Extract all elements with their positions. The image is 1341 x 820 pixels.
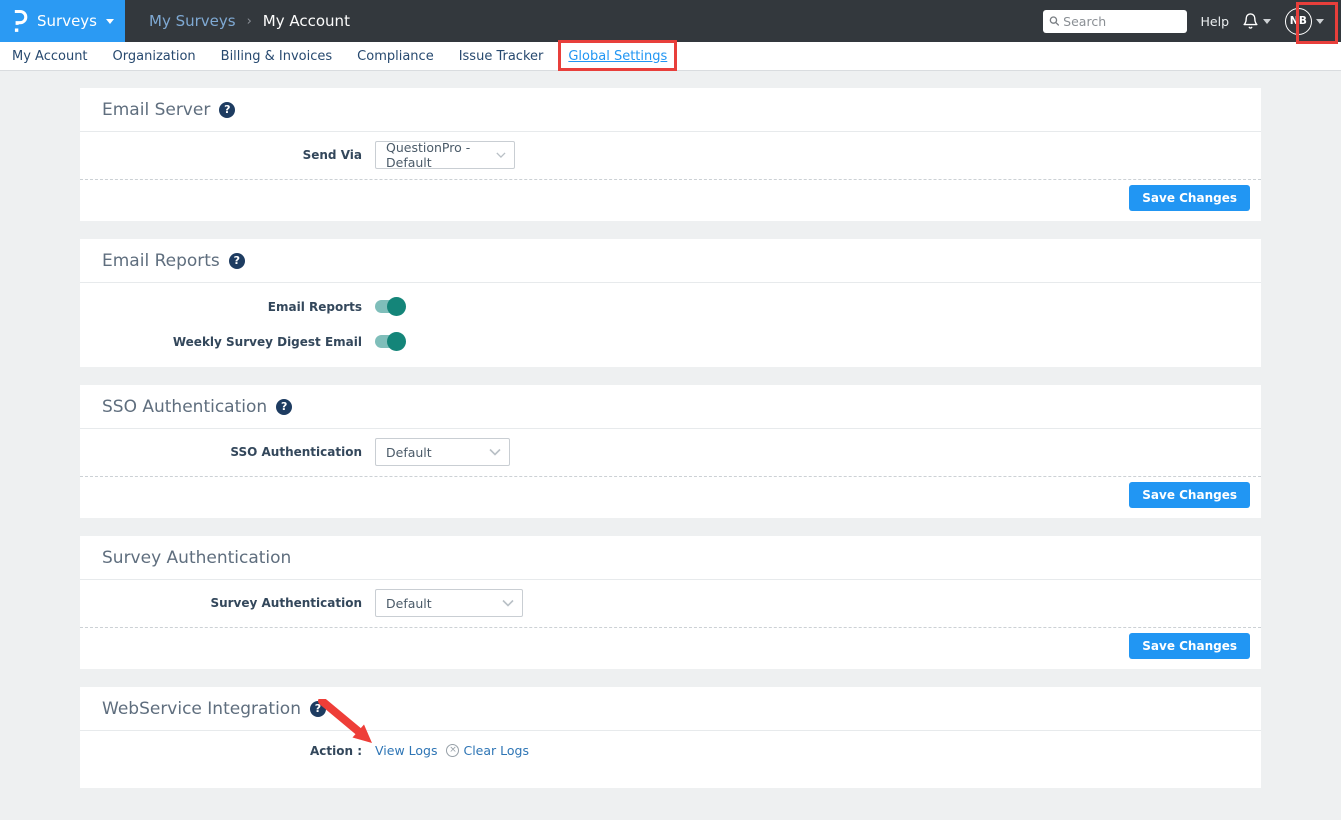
send-via-select[interactable]: QuestionPro - Default (375, 141, 515, 169)
tab-global-settings[interactable]: Global Settings (568, 49, 667, 64)
chevron-down-icon (1316, 19, 1324, 24)
weekly-digest-toggle[interactable] (375, 335, 404, 348)
survey-authentication-header: Survey Authentication (80, 536, 1261, 580)
email-server-card: Email Server ? Send Via QuestionPro - De… (80, 88, 1261, 221)
chevron-down-icon (1263, 19, 1271, 24)
tab-organization[interactable]: Organization (113, 49, 196, 64)
webservice-integration-card: WebService Integration ? Action : View L… (80, 687, 1261, 788)
tab-compliance[interactable]: Compliance (357, 49, 434, 64)
help-circle-icon[interactable]: ? (229, 253, 245, 269)
survey-authentication-card: Survey Authentication Survey Authenticat… (80, 536, 1261, 669)
save-changes-button[interactable]: Save Changes (1129, 633, 1250, 659)
chevron-down-icon (502, 599, 514, 607)
help-circle-icon[interactable]: ? (219, 102, 235, 118)
global-settings-page: Email Server ? Send Via QuestionPro - De… (0, 71, 1341, 788)
breadcrumb-my-surveys[interactable]: My Surveys (149, 12, 236, 30)
help-circle-icon[interactable]: ? (310, 701, 326, 717)
notifications-menu[interactable] (1242, 12, 1271, 30)
tab-my-account[interactable]: My Account (12, 49, 88, 64)
email-reports-card: Email Reports ? Email Reports Weekly Sur… (80, 239, 1261, 367)
account-tabs: My Account Organization Billing & Invoic… (0, 42, 1341, 71)
email-server-footer: Save Changes (80, 180, 1261, 221)
email-reports-toggle-row: Email Reports (80, 289, 1261, 324)
email-reports-body: Email Reports Weekly Survey Digest Email (80, 283, 1261, 367)
sso-authentication-label: SSO Authentication (80, 445, 362, 459)
sso-authentication-card: SSO Authentication ? SSO Authentication … (80, 385, 1261, 518)
section-title: Email Reports (102, 251, 220, 271)
action-links: View Logs × Clear Logs (375, 743, 529, 758)
clear-circle-icon: × (446, 744, 459, 757)
chevron-down-icon (106, 19, 114, 24)
sso-authentication-value: Default (386, 445, 432, 460)
tab-billing-invoices[interactable]: Billing & Invoices (221, 49, 333, 64)
email-server-header: Email Server ? (80, 88, 1261, 132)
email-reports-toggle[interactable] (375, 300, 404, 313)
product-name: Surveys (37, 12, 97, 30)
survey-authentication-footer: Save Changes (80, 628, 1261, 669)
topbar-actions: Help NB (1043, 8, 1333, 35)
weekly-digest-label: Weekly Survey Digest Email (80, 335, 362, 349)
tab-global-settings-label: Global Settings (568, 49, 667, 64)
save-changes-button[interactable]: Save Changes (1129, 482, 1250, 508)
webservice-integration-header: WebService Integration ? (80, 687, 1261, 731)
toggle-knob (387, 332, 406, 351)
send-via-value: QuestionPro - Default (386, 140, 496, 170)
survey-authentication-value: Default (386, 596, 432, 611)
breadcrumb-separator: › (247, 14, 252, 29)
sso-authentication-select[interactable]: Default (375, 438, 510, 466)
sso-authentication-header: SSO Authentication ? (80, 385, 1261, 429)
view-logs-link[interactable]: View Logs (375, 743, 437, 758)
avatar[interactable]: NB (1285, 8, 1312, 35)
user-menu[interactable]: NB (1285, 8, 1324, 35)
product-switcher[interactable]: Surveys (0, 0, 125, 42)
section-title: Survey Authentication (102, 548, 291, 568)
survey-authentication-label: Survey Authentication (80, 596, 362, 610)
tab-issue-tracker[interactable]: Issue Tracker (459, 49, 544, 64)
bell-icon (1242, 12, 1259, 30)
sso-authentication-footer: Save Changes (80, 477, 1261, 518)
survey-authentication-row: Survey Authentication Default (80, 580, 1261, 627)
help-link[interactable]: Help (1201, 14, 1230, 29)
section-title: Email Server (102, 100, 210, 120)
save-changes-button[interactable]: Save Changes (1129, 185, 1250, 211)
search-input[interactable] (1063, 14, 1180, 29)
webservice-action-row: Action : View Logs × Clear Logs (80, 731, 1261, 788)
help-circle-icon[interactable]: ? (276, 399, 292, 415)
top-bar: Surveys My Surveys › My Account Help NB (0, 0, 1341, 42)
section-title: WebService Integration (102, 699, 301, 719)
sso-authentication-row: SSO Authentication Default (80, 429, 1261, 476)
send-via-label: Send Via (80, 148, 362, 162)
breadcrumb: My Surveys › My Account (149, 12, 350, 30)
clear-logs-link[interactable]: × Clear Logs (446, 743, 529, 758)
search-box[interactable] (1043, 10, 1187, 33)
send-via-row: Send Via QuestionPro - Default (80, 132, 1261, 179)
clear-logs-label: Clear Logs (463, 743, 529, 758)
section-title: SSO Authentication (102, 397, 267, 417)
chevron-down-icon (489, 448, 501, 456)
chevron-down-icon (496, 151, 506, 159)
survey-authentication-select[interactable]: Default (375, 589, 523, 617)
toggle-knob (387, 297, 406, 316)
action-label: Action : (80, 744, 362, 758)
questionpro-logo-icon (11, 9, 28, 34)
email-reports-header: Email Reports ? (80, 239, 1261, 283)
breadcrumb-current-page: My Account (263, 12, 350, 30)
search-icon (1049, 15, 1060, 27)
email-reports-label: Email Reports (80, 300, 362, 314)
weekly-digest-toggle-row: Weekly Survey Digest Email (80, 324, 1261, 359)
